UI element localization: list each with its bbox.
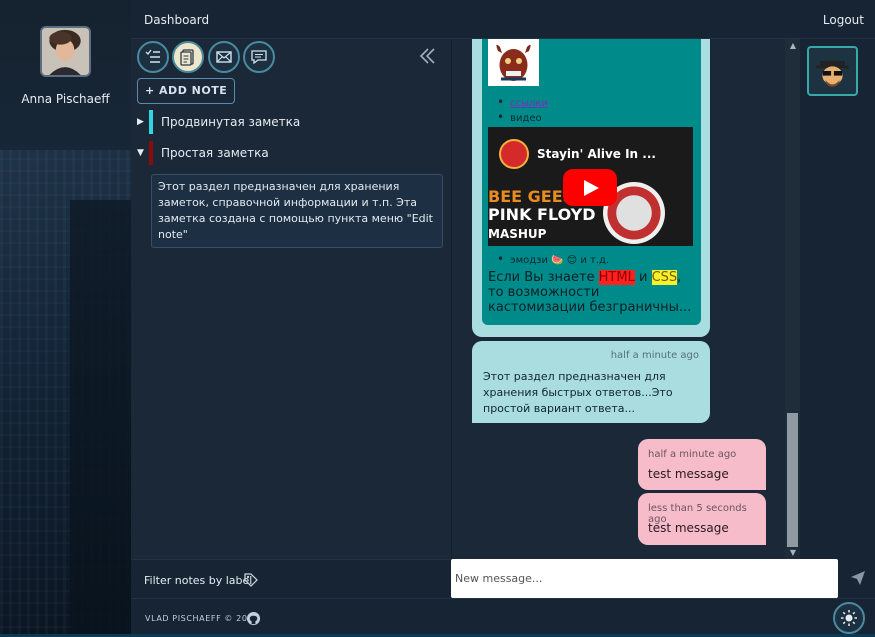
mask-icon (496, 44, 531, 81)
contact-heisenberg-icon (816, 60, 849, 87)
tree-item-advanced-note[interactable]: ▶ Продвинутая заметка (137, 110, 301, 134)
send-icon[interactable] (849, 569, 867, 587)
incoming-message: half a minute ago Этот раздел предназнач… (472, 341, 710, 423)
list-item: ссылки (497, 95, 548, 109)
notes-panel: + ADD NOTE ▶ Продвинутая заметка ▼ Прост… (131, 39, 451, 559)
video-title: Stayin' Alive In ... (537, 147, 656, 161)
note-icon (180, 49, 194, 66)
copyright: VLAD PISCHAEFF © 2023 (145, 614, 259, 623)
scroll-up-icon[interactable]: ▲ (788, 41, 798, 50)
user-avatar[interactable] (40, 26, 91, 77)
profile-sidebar: Anna Pischaeff (0, 0, 131, 637)
chat-icon (251, 50, 267, 65)
chat-scroll-thumb[interactable] (787, 413, 798, 547)
message-time: half a minute ago (610, 350, 699, 361)
message-text: Этот раздел предназначен для хранения бы… (483, 370, 673, 415)
message-input[interactable] (451, 559, 838, 598)
tree-item-simple-note[interactable]: ▼ Простая заметка (137, 141, 269, 165)
footer: VLAD PISCHAEFF © 2023 (131, 598, 875, 637)
channel-logo-icon (499, 139, 529, 169)
logout-link[interactable]: Logout (823, 13, 864, 27)
collapse-panel-icon[interactable] (419, 47, 437, 65)
chat-button[interactable] (243, 41, 275, 73)
rich-text: Если Вы знаете HTML и CSS, то возможност… (488, 270, 698, 315)
scroll-down-icon[interactable]: ▼ (788, 548, 798, 557)
list-item: эмодзи 🍉 😊 и т.д. (497, 252, 609, 266)
video-thumbnail-text: PINK FLOYD (488, 205, 596, 224)
background-building-shadow (70, 200, 131, 637)
mail-button[interactable] (208, 41, 240, 73)
tree-item-label: Продвинутая заметка (161, 115, 301, 129)
profile-name: Anna Pischaeff (21, 92, 110, 106)
list-button[interactable] (137, 41, 169, 73)
github-icon[interactable] (246, 611, 261, 626)
play-button-icon[interactable] (563, 169, 617, 206)
list-item-label: эмодзи 🍉 😊 и т.д. (510, 255, 610, 266)
note-color-marker (149, 141, 153, 165)
outgoing-message: less than 5 seconds ago test message (638, 493, 766, 545)
filter-bar: Filter notes by label (131, 559, 451, 598)
message-time: half a minute ago (648, 449, 737, 460)
outgoing-message: half a minute ago test message (638, 439, 766, 490)
sun-icon (841, 610, 857, 626)
list-item-label: видео (510, 113, 542, 124)
rich-text-part: Если Вы знаете (488, 270, 599, 285)
video-thumbnail-text: MASHUP (488, 227, 547, 241)
top-bar: Dashboard Logout (131, 0, 875, 39)
message-text: test message (648, 467, 729, 481)
mask-image (488, 39, 539, 86)
list-icon (145, 49, 160, 63)
tree-item-label: Простая заметка (161, 146, 269, 160)
dashboard-link[interactable]: Dashboard (144, 13, 209, 27)
mail-icon (216, 51, 232, 63)
video-thumbnail-text: BEE GEES (488, 187, 575, 206)
links-link[interactable]: ссылки (510, 98, 548, 109)
note-color-marker (149, 110, 153, 134)
notes-button[interactable] (172, 41, 204, 73)
expand-icon[interactable]: ▶ (137, 117, 147, 127)
rich-text-part: и (634, 270, 652, 285)
contact-avatar[interactable] (807, 46, 858, 96)
add-note-button[interactable]: + ADD NOTE (137, 78, 236, 104)
highlight-css: CSS (651, 270, 678, 285)
youtube-embed[interactable]: Stayin' Alive In ... BEE GEES PINK FLOYD… (488, 127, 693, 246)
contacts-panel (800, 39, 875, 598)
message-text: test message (648, 521, 729, 535)
tag-icon[interactable] (243, 572, 259, 588)
filter-notes-link[interactable]: Filter notes by label (144, 574, 252, 587)
avatar-photo-icon (42, 28, 89, 75)
note-content: Этот раздел предназначен для хранения за… (151, 174, 443, 248)
theme-toggle-button[interactable] (833, 602, 865, 634)
collapse-icon[interactable]: ▼ (137, 148, 147, 158)
list-item: видео (497, 110, 542, 124)
highlight-html: HTML (598, 270, 635, 285)
